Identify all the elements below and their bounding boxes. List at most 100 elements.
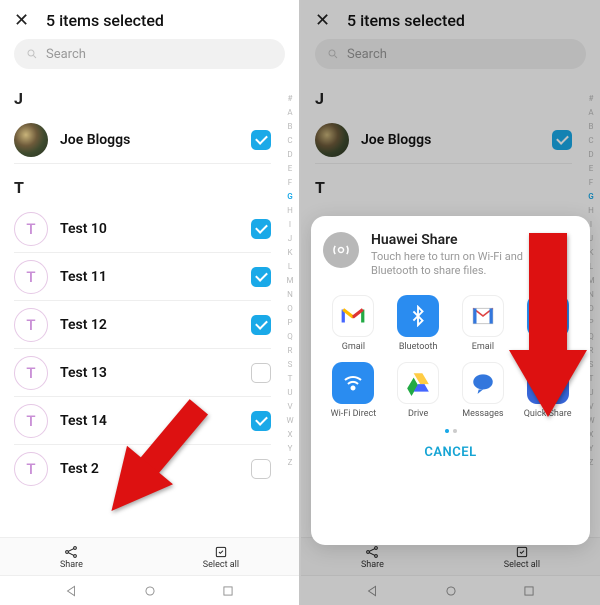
avatar: T xyxy=(14,308,48,342)
huawei-share-title: Huawei Share xyxy=(371,232,523,248)
alpha-letter[interactable]: W xyxy=(286,414,293,428)
alpha-letter[interactable]: A xyxy=(287,106,292,120)
app-label: Drive xyxy=(408,409,428,419)
contact-name: Test 2 xyxy=(60,461,251,477)
msg-icon xyxy=(462,362,504,404)
alpha-letter[interactable]: D xyxy=(287,148,292,162)
drive-icon xyxy=(397,362,439,404)
email-icon xyxy=(462,295,504,337)
checkbox[interactable] xyxy=(251,219,271,239)
nav-home-icon[interactable] xyxy=(143,584,157,598)
contacts-screen: ✕ 5 items selected Search JJoe BloggsTTT… xyxy=(0,0,299,605)
alpha-letter[interactable]: N xyxy=(287,288,293,302)
checkbox[interactable] xyxy=(251,459,271,479)
alpha-letter[interactable]: O xyxy=(287,302,293,316)
search-input[interactable]: Search xyxy=(14,39,285,69)
huawei-share-row[interactable]: Huawei Share Touch here to turn on Wi-Fi… xyxy=(323,232,578,279)
contact-row[interactable]: Joe Bloggs xyxy=(14,116,271,164)
checkbox[interactable] xyxy=(251,267,271,287)
checkbox[interactable] xyxy=(251,411,271,431)
android-nav xyxy=(0,575,299,605)
alpha-letter[interactable]: B xyxy=(288,120,293,134)
avatar: T xyxy=(14,260,48,294)
gmail-icon xyxy=(332,295,374,337)
app-label: Wi-Fi Direct xyxy=(331,409,377,419)
checkbox[interactable] xyxy=(251,363,271,383)
app-label: Quick Share xyxy=(524,409,572,419)
avatar: T xyxy=(14,356,48,390)
share-app-drive[interactable]: Drive xyxy=(388,362,449,419)
alpha-letter[interactable]: R xyxy=(288,344,293,358)
share-app-ph[interactable]: Phone xyxy=(517,295,578,352)
huawei-share-icon xyxy=(323,232,359,268)
nav-recent-icon[interactable] xyxy=(221,584,235,598)
alpha-letter[interactable]: C xyxy=(287,134,292,148)
alpha-letter[interactable]: I xyxy=(289,218,291,232)
alpha-letter[interactable]: V xyxy=(287,400,292,414)
app-label: Messages xyxy=(462,409,503,419)
alpha-letter[interactable]: M xyxy=(287,274,294,288)
alpha-letter[interactable]: K xyxy=(287,246,292,260)
alpha-letter[interactable]: U xyxy=(287,386,292,400)
alpha-letter[interactable]: # xyxy=(288,92,293,106)
contact-name: Test 13 xyxy=(60,365,251,381)
contact-row[interactable]: T Test 14 xyxy=(14,397,271,445)
alpha-letter[interactable]: X xyxy=(287,428,292,442)
contact-name: Test 12 xyxy=(60,317,251,333)
share-label: Share xyxy=(60,560,83,570)
contact-row[interactable]: TTest 10 xyxy=(14,205,271,253)
alpha-letter[interactable]: Z xyxy=(288,456,293,470)
bottom-toolbar: Share Select all xyxy=(0,537,299,575)
checkbox[interactable] xyxy=(251,315,271,335)
alpha-letter[interactable]: F xyxy=(288,176,292,190)
share-app-email[interactable]: Email xyxy=(453,295,514,352)
selection-count: 5 items selected xyxy=(46,11,164,30)
alpha-letter[interactable]: G xyxy=(287,190,292,204)
contact-name: Joe Bloggs xyxy=(60,132,251,148)
avatar: T xyxy=(14,452,48,486)
contact-row[interactable]: T Test 12 xyxy=(14,301,271,349)
select-all-label: Select all xyxy=(203,560,239,570)
search-placeholder: Search xyxy=(46,47,86,62)
bt-icon xyxy=(397,295,439,337)
checkbox[interactable] xyxy=(251,130,271,150)
select-all-button[interactable]: Select all xyxy=(203,544,239,570)
alpha-letter[interactable]: T xyxy=(288,372,293,386)
qs-icon xyxy=(527,362,569,404)
app-label: Gmail xyxy=(342,342,365,352)
ph-icon xyxy=(527,295,569,337)
huawei-share-subtitle: Touch here to turn on Wi-Fi and Bluetoot… xyxy=(371,250,523,279)
contact-name: Test 11 xyxy=(60,269,251,285)
share-app-gmail[interactable]: Gmail xyxy=(323,295,384,352)
share-app-msg[interactable]: Messages xyxy=(453,362,514,419)
alpha-letter[interactable]: Y xyxy=(288,442,293,456)
alpha-letter[interactable]: L xyxy=(288,260,292,274)
alpha-letter[interactable]: J xyxy=(288,232,292,246)
contact-name: Test 14 xyxy=(60,413,251,429)
share-sheet-screen: ✕ 5 items selected Search JJoe BloggsT #… xyxy=(301,0,600,605)
contact-row[interactable]: T Test 11 xyxy=(14,253,271,301)
alpha-letter[interactable]: Q xyxy=(287,330,293,344)
share-button[interactable]: Share xyxy=(60,544,83,570)
wd-icon xyxy=(332,362,374,404)
share-app-wd[interactable]: Wi-Fi Direct xyxy=(323,362,384,419)
share-icon xyxy=(63,544,79,560)
alpha-letter[interactable]: E xyxy=(288,162,293,176)
nav-back-icon[interactable] xyxy=(64,584,78,598)
close-icon[interactable]: ✕ xyxy=(14,10,32,31)
cancel-button[interactable]: CANCEL xyxy=(323,433,578,464)
alpha-index[interactable]: #ABCDEFGHIJKLMNOPQRSTUVWXYZ xyxy=(283,92,297,470)
app-label: Email xyxy=(472,342,494,352)
contact-row[interactable]: T Test 13 xyxy=(14,349,271,397)
alpha-letter[interactable]: P xyxy=(287,316,292,330)
share-app-bt[interactable]: Bluetooth xyxy=(388,295,449,352)
share-apps-grid: Gmail Bluetooth Email Phone Wi-Fi Direct Driv… xyxy=(323,295,578,419)
select-all-icon xyxy=(213,544,229,560)
search-icon xyxy=(26,48,38,60)
alpha-letter[interactable]: H xyxy=(287,204,293,218)
contact-row[interactable]: T Test 2 xyxy=(14,445,271,493)
share-app-qs[interactable]: Quick Share xyxy=(517,362,578,419)
avatar: T xyxy=(14,404,48,438)
alpha-letter[interactable]: S xyxy=(288,358,293,372)
section-header: T xyxy=(14,164,271,205)
